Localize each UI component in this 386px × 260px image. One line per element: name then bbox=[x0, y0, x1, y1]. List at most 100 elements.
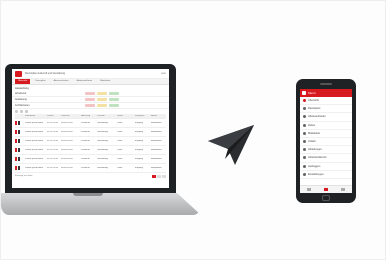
mobile-title: Menü bbox=[308, 91, 316, 95]
row-doc-icons bbox=[15, 129, 25, 135]
row-doc-icons bbox=[15, 156, 25, 162]
column-header[interactable]: Kategorie bbox=[135, 115, 151, 117]
mobile-menu-item[interactable]: Einstellungen bbox=[300, 171, 352, 179]
status-pill bbox=[109, 104, 119, 107]
table-cell: Bearbeiten bbox=[151, 158, 162, 160]
calendar-icon[interactable] bbox=[323, 188, 328, 191]
summary-row-label: Ist-Planzeiten bbox=[15, 104, 30, 107]
document-icon[interactable] bbox=[15, 138, 17, 143]
table-cell: 01.02.2016 bbox=[47, 158, 58, 160]
phone-screen: Menü Übersicht Dienstplan Abwesenheiten Zei… bbox=[300, 89, 352, 193]
column-header[interactable]: Mitarbeiter bbox=[25, 115, 47, 117]
user-icon[interactable] bbox=[341, 188, 346, 191]
table-cell: Bearbeiten bbox=[151, 167, 162, 169]
column-header[interactable]: Aktion bbox=[151, 115, 166, 117]
column-header[interactable]: Zeitraum bbox=[61, 115, 81, 117]
document-icon[interactable] bbox=[15, 165, 17, 170]
print-icon[interactable] bbox=[25, 110, 28, 113]
column-header[interactable]: Datum bbox=[47, 115, 61, 117]
table-row[interactable]: Lorem ipsum dolor 01.02.2016 08:00-16:00 Fr… bbox=[15, 128, 166, 137]
data-table: Mitarbeiter Datum Zeitraum Abteilung Pos… bbox=[15, 114, 166, 173]
document-icon[interactable] bbox=[18, 120, 20, 125]
table-cell: Frankfurt bbox=[81, 158, 90, 160]
table-cell: 01.02.2016 bbox=[47, 122, 58, 124]
column-header[interactable]: Position bbox=[97, 115, 117, 117]
table-cell: Eingang bbox=[135, 158, 144, 160]
mobile-menu-item[interactable]: Ausloggen bbox=[300, 163, 352, 171]
table-cell: 08:00-16:00 bbox=[61, 167, 73, 169]
document-icon[interactable] bbox=[15, 129, 17, 134]
mobile-menu-item[interactable]: Dienstplan bbox=[300, 105, 352, 114]
document-icon[interactable] bbox=[18, 129, 20, 134]
document-icon[interactable] bbox=[15, 120, 17, 125]
document-icon[interactable] bbox=[18, 138, 20, 143]
menu-item-icon bbox=[303, 115, 306, 119]
table-cell: Eingang bbox=[135, 131, 144, 133]
document-icon[interactable] bbox=[18, 156, 20, 161]
table-cell: Lorem ipsum dolor bbox=[25, 167, 44, 169]
page-button[interactable] bbox=[157, 174, 161, 178]
menu-item-label: Mitarbeiter bbox=[308, 131, 321, 135]
menu-item-icon bbox=[303, 156, 306, 160]
table-cell: Eingang bbox=[135, 140, 144, 142]
table-cell: Offen bbox=[117, 167, 123, 169]
mobile-menu-item[interactable]: Urlaub bbox=[300, 138, 352, 147]
column-header[interactable]: Status bbox=[117, 115, 135, 117]
promo-illustration: Dienstplan Auskunft und Verwaltung user … bbox=[0, 0, 386, 260]
table-cell: Verwaltung bbox=[97, 122, 108, 124]
mobile-menu-item[interactable]: Übersicht bbox=[300, 97, 352, 106]
document-icon[interactable] bbox=[15, 147, 17, 152]
tab-timeaccount[interactable]: Arbeitszeitkonto bbox=[74, 79, 96, 84]
table-cell: Lorem ipsum dolor bbox=[25, 140, 44, 142]
mobile-menu-list: Übersicht Dienstplan Abwesenheiten Zeiten Mi… bbox=[300, 97, 352, 179]
table-footer: Einträge pro Seite bbox=[12, 173, 169, 179]
tab-absences[interactable]: Abwesenheiten bbox=[51, 79, 72, 84]
page-button[interactable] bbox=[162, 174, 166, 178]
mobile-menu-item[interactable]: Mitarbeiter bbox=[300, 130, 352, 138]
laptop-screen: Dienstplan Auskunft und Verwaltung user … bbox=[12, 69, 169, 188]
mobile-menu-item[interactable]: Abwesenheiten bbox=[300, 113, 352, 122]
tab-employees[interactable]: Mitarbeiter bbox=[97, 79, 113, 84]
table-cell: Lorem ipsum dolor bbox=[25, 131, 44, 133]
mobile-menu-item[interactable]: Zeiten bbox=[300, 122, 352, 130]
table-row[interactable]: Lorem ipsum dolor 01.02.2016 08:00-16:00 Fr… bbox=[15, 164, 166, 173]
table-cell: 08:00-16:00 bbox=[61, 140, 73, 142]
mobile-bottom-bar bbox=[300, 185, 352, 193]
filter-icon[interactable] bbox=[15, 110, 18, 113]
menu-icon[interactable] bbox=[302, 91, 306, 95]
table-cell: Bearbeiten bbox=[151, 140, 162, 142]
column-header[interactable]: Abteilung bbox=[81, 115, 97, 117]
laptop-base bbox=[1, 193, 201, 215]
page-size-label[interactable]: Einträge pro Seite bbox=[15, 175, 33, 177]
menu-item-icon bbox=[303, 164, 306, 168]
document-icon[interactable] bbox=[18, 147, 20, 152]
table-row[interactable]: Lorem ipsum dolor 01.02.2016 08:00-16:00 Fr… bbox=[15, 155, 166, 164]
table-row[interactable]: Lorem ipsum dolor 01.02.2016 08:00-16:00 Fr… bbox=[15, 119, 166, 128]
page-button[interactable] bbox=[152, 174, 156, 178]
table-cell: 01.02.2016 bbox=[47, 140, 58, 142]
status-pill bbox=[97, 104, 107, 107]
user-menu[interactable]: user bbox=[161, 72, 166, 75]
table-cell: Frankfurt bbox=[81, 140, 90, 142]
document-icon[interactable] bbox=[18, 165, 20, 170]
table-cell: Bearbeiten bbox=[151, 131, 162, 133]
status-pill bbox=[109, 92, 119, 95]
laptop: Dienstplan Auskunft und Verwaltung user … bbox=[5, 64, 176, 193]
table-cell: Eingang bbox=[135, 167, 144, 169]
table-row[interactable]: Lorem ipsum dolor 01.02.2016 08:00-16:00 Fr… bbox=[15, 146, 166, 155]
tab-overview[interactable]: Übersicht bbox=[15, 79, 31, 84]
document-icon[interactable] bbox=[15, 156, 17, 161]
summary-title: Auswertung bbox=[15, 87, 29, 90]
table-row[interactable]: Lorem ipsum dolor 01.02.2016 08:00-16:00 Fr… bbox=[15, 137, 166, 146]
mobile-menu-item[interactable]: Arbeitszeitkonto bbox=[300, 154, 352, 163]
mobile-menu-item[interactable]: Abteilungen bbox=[300, 146, 352, 155]
table-cell: Eingang bbox=[135, 122, 144, 124]
home-icon[interactable] bbox=[306, 188, 311, 191]
tab-schedule[interactable]: Dienstplan bbox=[32, 79, 48, 84]
table-cell: 08:00-16:00 bbox=[61, 149, 73, 151]
app-title: Dienstplan Auskunft und Verwaltung bbox=[25, 72, 66, 75]
export-icon[interactable] bbox=[20, 110, 23, 113]
table-cell: Verwaltung bbox=[97, 131, 108, 133]
status-pill bbox=[85, 92, 95, 95]
menu-item-label: Dienstplan bbox=[308, 107, 321, 111]
